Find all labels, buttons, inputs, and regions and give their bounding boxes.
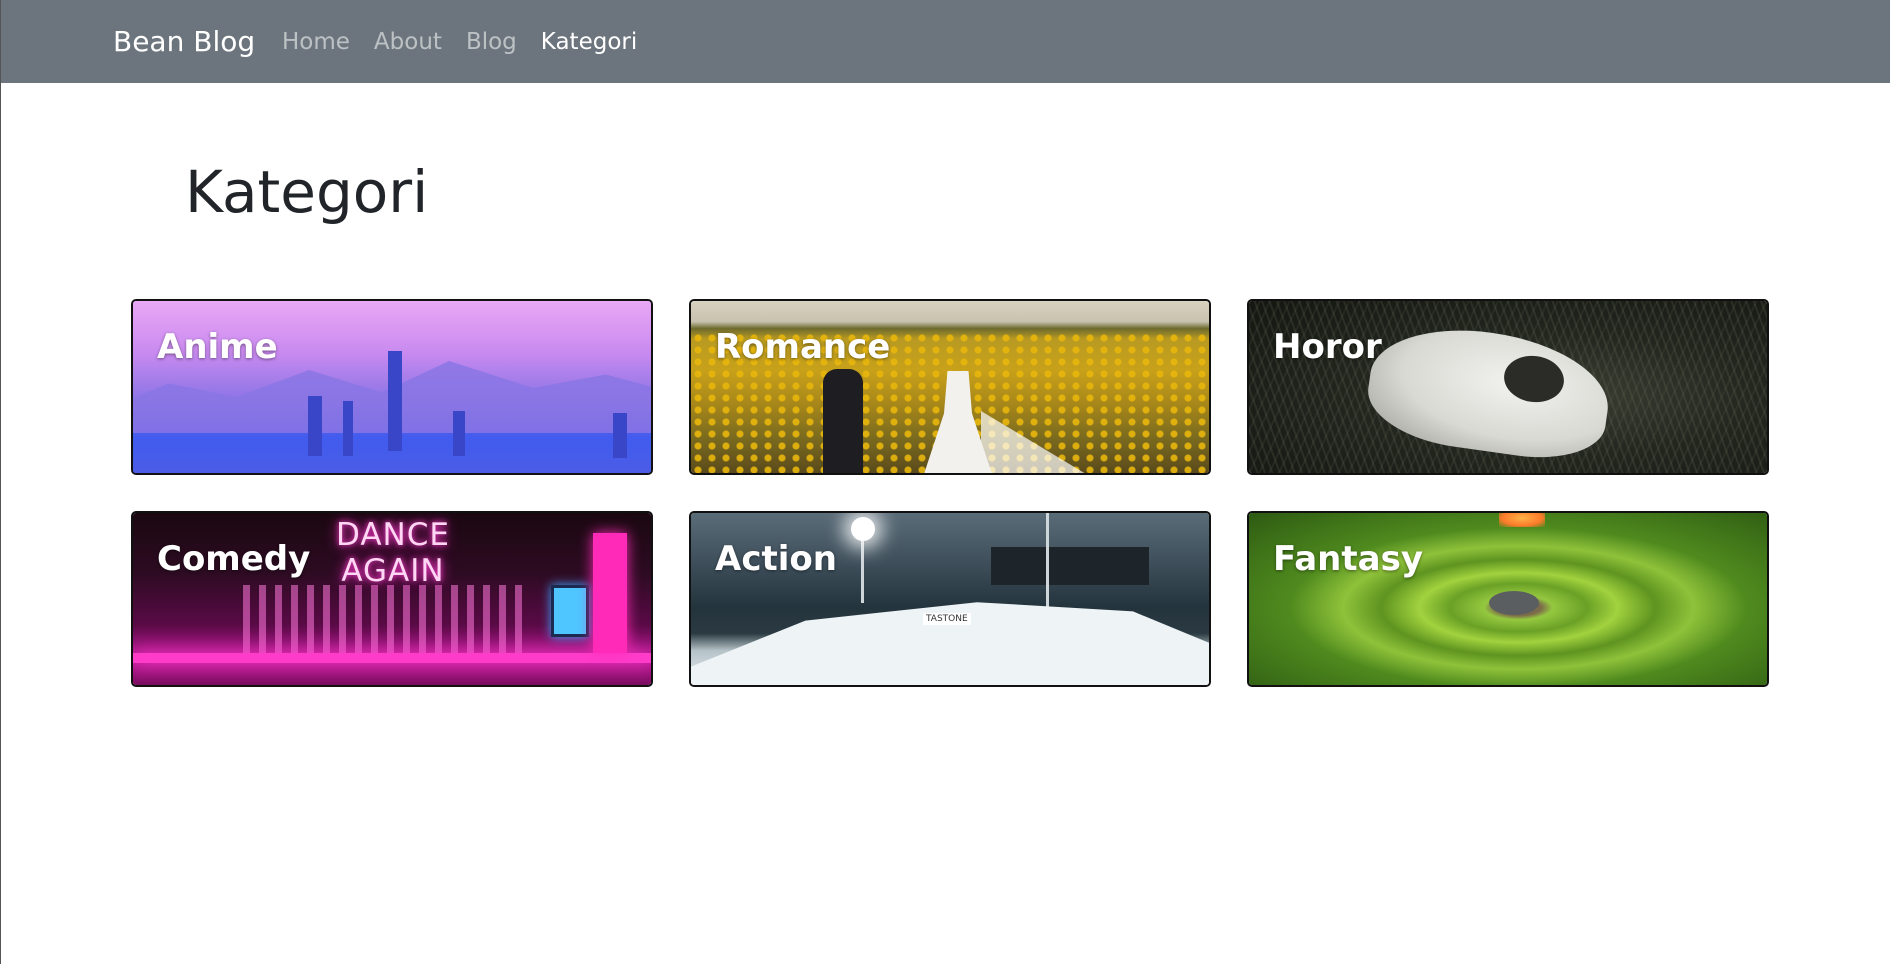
neon-sign: DANCE AGAIN [328,517,458,589]
stadium-light [851,517,875,541]
category-title: Comedy [157,539,311,579]
neon-sign-line: DANCE [336,517,450,553]
category-title: Action [715,539,837,579]
pole-shape [1046,513,1049,608]
brand-link[interactable]: Bean Blog [113,0,255,83]
nav-link-home[interactable]: Home [282,29,350,55]
neon-sign-line: AGAIN [341,553,445,589]
neon-panel [593,533,627,653]
light-pole [861,533,864,603]
stone-circle [1489,591,1539,615]
tower-shape [388,351,402,451]
groom-shape [823,369,863,473]
category-title: Fantasy [1273,539,1423,579]
category-card-romance[interactable]: Romance [689,299,1211,475]
building-shape [453,411,465,456]
category-title: Anime [157,327,278,367]
category-title: Horor [1273,327,1382,367]
category-title: Romance [715,327,891,367]
category-card-horor[interactable]: Horor [1247,299,1769,475]
bottles-shape [243,585,523,653]
category-card-comedy[interactable]: DANCE AGAIN Comedy [131,511,653,687]
building-shape [343,401,353,456]
sunset-glow [1499,513,1545,527]
category-card-action[interactable]: TASTONE Action [689,511,1211,687]
building-shape [613,413,627,458]
banner-text: TASTONE [923,613,971,625]
nav-links: Home About Blog Kategori [282,0,661,83]
category-card-anime[interactable]: Anime [131,299,653,475]
nav-link-kategori[interactable]: Kategori [541,29,637,55]
fridge-shape [551,585,589,637]
snow-slope [691,602,1209,685]
category-card-fantasy[interactable]: Fantasy [1247,511,1769,687]
building-shape [308,396,322,456]
nav-link-blog[interactable]: Blog [466,29,517,55]
nav-link-about[interactable]: About [374,29,442,55]
top-navbar: Bean Blog Home About Blog Kategori [1,0,1890,83]
neon-shelf [133,653,651,663]
scoreboard-shape [991,547,1149,585]
page-title: Kategori [185,158,429,226]
